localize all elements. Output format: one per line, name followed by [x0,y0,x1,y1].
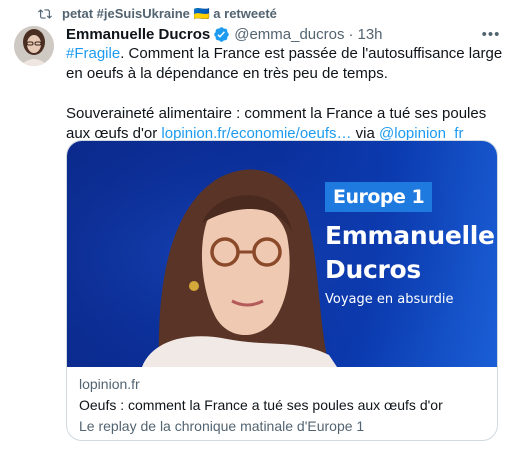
retweet-label: petat #jeSuisUkraine 🇺🇦 a retweeté [62,6,277,21]
tweet-paragraph-1: #Fragile. Comment la France est passée d… [66,44,504,84]
card-domain: lopinion.fr [79,376,140,392]
tweet-header: Emmanuelle Ducros @emma_ducros · 13h ••• [66,24,503,44]
verified-badge-icon[interactable] [213,26,230,43]
avatar-image [14,26,54,66]
tweet-timestamp[interactable]: 13h [358,26,383,43]
tweet-text-1: . Comment la France est passée de l'auto… [66,45,503,82]
avatar[interactable] [14,26,54,66]
portrait-photo [67,141,497,367]
retweet-icon [38,7,52,21]
card-image-first-name: Emmanuelle [325,221,495,250]
author-name[interactable]: Emmanuelle Ducros [66,26,210,43]
link-preview-card[interactable]: Europe 1 Emmanuelle Ducros Voyage en abs… [66,140,498,441]
card-meta[interactable]: lopinion.fr Oeufs : comment la France a … [79,375,485,436]
card-image-last-name: Ducros [325,255,421,284]
separator-dot: · [348,25,354,43]
card-image[interactable]: Europe 1 Emmanuelle Ducros Voyage en abs… [67,141,497,367]
more-options-icon[interactable]: ••• [479,24,503,44]
hashtag-link[interactable]: #Fragile [66,45,120,62]
card-image-show-title: Voyage en absurdie [325,292,454,307]
retweet-context[interactable]: petat #jeSuisUkraine 🇺🇦 a retweeté [38,5,277,23]
tweet-text: #Fragile. Comment la France est passée d… [66,44,504,144]
tweet-paragraph-2: Souveraineté alimentaire : comment la Fr… [66,104,504,144]
europe1-logo: Europe 1 [325,182,433,212]
card-title: Oeufs : comment la France a tué ses poul… [79,397,443,413]
card-description: Le replay de la chronique matinale d'Eur… [79,418,365,434]
author-handle[interactable]: @emma_ducros [234,26,344,43]
